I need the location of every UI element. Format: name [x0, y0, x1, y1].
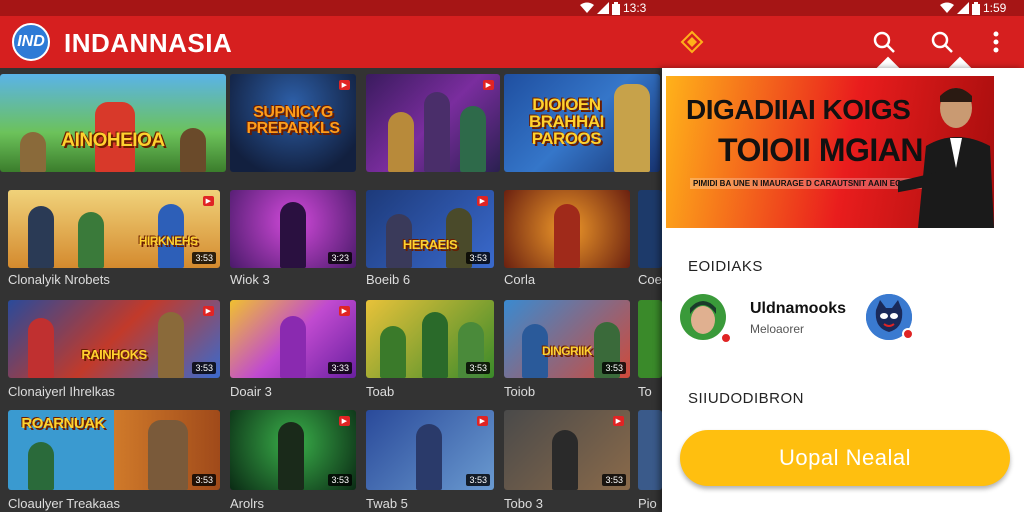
status-group-right: 1:59 [940, 1, 1006, 15]
video-title[interactable]: Coe [638, 272, 662, 287]
thumbnail-title-art: HIRKNEHS [138, 234, 198, 249]
video-title[interactable]: Wiok 3 [230, 272, 356, 287]
search-icon[interactable] [870, 28, 898, 56]
cta-button[interactable]: Uopal Nealal [680, 430, 1010, 486]
live-badge: ▶ [476, 196, 488, 206]
video-thumbnail[interactable]: ▶ SUPNICYG PREPARKLS [230, 74, 356, 172]
video-duration: 3:53 [602, 362, 626, 374]
status-time: 13:3 [623, 1, 647, 15]
notification-dot [902, 328, 914, 340]
video-duration: 3:53 [192, 362, 216, 374]
video-title[interactable]: Pio [638, 496, 662, 511]
video-thumbnail[interactable]: ▶ 3:53 [230, 410, 356, 490]
video-title[interactable]: Doair 3 [230, 384, 356, 399]
video-title[interactable]: Boeib 6 [366, 272, 494, 287]
video-duration: 3:53 [328, 474, 352, 486]
banner-subtitle: TOIOII MGIAN [718, 132, 923, 168]
promo-banner[interactable]: DIGADIIAI KOIGS TOIOII MGIAN PIMIDI BA U… [666, 76, 994, 228]
more-vert-icon[interactable] [982, 28, 1010, 56]
live-badge: ▶ [482, 80, 494, 90]
channel-subtitle: Meloaorer [750, 322, 805, 336]
app-bar: IND INDANNASIA [0, 16, 1024, 68]
app-logo[interactable]: IND [12, 23, 50, 61]
video-thumbnail[interactable]: ▶ 3:53 [504, 410, 630, 490]
channel-name[interactable]: Uldnamooks [750, 300, 846, 318]
video-thumbnail[interactable] [638, 300, 662, 378]
video-thumbnail[interactable] [638, 410, 662, 490]
live-badge: ▶ [202, 196, 214, 206]
battery-icon [612, 1, 620, 15]
thumbnail-title-art: ROARNUAK [21, 415, 105, 433]
video-title[interactable]: Arolrs [230, 496, 356, 511]
avatar[interactable] [680, 294, 726, 340]
thumbnail-title-art: AINOHEIOA [61, 129, 165, 151]
video-thumbnail[interactable]: DINGRIIK 3:53 [504, 300, 630, 378]
video-thumbnail[interactable]: ▶ 3:53 [366, 410, 494, 490]
thumbnail-title-art: DIOIOEN BRAHHAI PAROOS [528, 94, 604, 148]
video-thumbnail[interactable]: 3:53 [366, 300, 494, 378]
video-thumbnail[interactable]: AINOHEIOA [0, 74, 226, 172]
video-title[interactable]: Toiob [504, 384, 630, 399]
video-thumbnail[interactable] [638, 190, 662, 268]
app-title: INDANNASIA [64, 28, 233, 58]
video-thumbnail[interactable]: DIOIOEN BRAHHAI PAROOS [504, 74, 660, 172]
video-title[interactable]: Clonaiyerl Ihrelkas [8, 384, 220, 399]
video-duration: 3:53 [466, 252, 490, 264]
video-thumbnail[interactable]: ▶ [366, 74, 500, 172]
live-badge: ▶ [338, 416, 350, 426]
video-thumbnail[interactable]: ▶ RAINHOKS 3:53 [8, 300, 220, 378]
thumbnail-title-art: SUPNICYG PREPARKLS [246, 104, 340, 138]
notification-dot [720, 332, 732, 344]
video-title[interactable]: Corla [504, 272, 630, 287]
search-icon[interactable] [928, 28, 956, 56]
video-duration: 3:53 [466, 474, 490, 486]
video-thumbnail[interactable]: ▶ HIRKNEHS 3:53 [8, 190, 220, 268]
status-time: 1:59 [983, 1, 1007, 15]
diamond-icon[interactable] [680, 30, 704, 54]
wifi-icon [580, 2, 594, 13]
thumbnail-title-art: DINGRIIK [542, 344, 592, 359]
video-title[interactable]: Toab [366, 384, 494, 399]
wifi-icon [940, 2, 954, 13]
video-thumbnail[interactable]: ▶ 3:33 [230, 300, 356, 378]
video-title[interactable]: Twab 5 [366, 496, 494, 511]
live-badge: ▶ [338, 306, 350, 316]
battery-icon [972, 1, 980, 15]
section-heading: EOIDIAKS [688, 258, 763, 275]
video-thumbnail[interactable]: ▶ HERAEIS 3:53 [366, 190, 494, 268]
video-title[interactable]: Cloaulyer Treakaas [8, 496, 220, 511]
side-panel: DIGADIIAI KOIGS TOIOII MGIAN PIMIDI BA U… [662, 68, 1024, 512]
video-grid: AINOHEIOA ▶ SUPNICYG PREPARKLS ▶ DIOIOEN… [0, 68, 662, 512]
banner-character [898, 88, 994, 228]
signal-icon [957, 2, 969, 14]
video-duration: 3:53 [466, 362, 490, 374]
thumbnail-title-art: RAINHOKS [81, 347, 147, 363]
video-thumbnail[interactable]: 3:23 [230, 190, 356, 268]
video-duration: 3:53 [192, 474, 216, 486]
banner-title: DIGADIIAI KOIGS [686, 94, 911, 125]
thumbnail-title-art: HERAEIS [402, 237, 458, 253]
video-title[interactable]: Clonalyik Nrobets [8, 272, 220, 287]
video-duration: 3:53 [602, 474, 626, 486]
live-badge: ▶ [476, 416, 488, 426]
status-group-left: 13:3 [580, 1, 646, 15]
video-title[interactable]: To [638, 384, 662, 399]
status-bar: 13:3 1:59 [0, 0, 1024, 16]
live-badge: ▶ [202, 306, 214, 316]
section-heading: SIIUDODIBRON [688, 390, 805, 407]
video-duration: 3:33 [328, 362, 352, 374]
video-duration: 3:23 [328, 252, 352, 264]
video-thumbnail[interactable]: ROARNUAK 3:53 [8, 410, 220, 490]
video-title[interactable]: Tobo 3 [504, 496, 630, 511]
live-badge: ▶ [612, 416, 624, 426]
signal-icon [597, 2, 609, 14]
video-duration: 3:53 [192, 252, 216, 264]
video-thumbnail[interactable] [504, 190, 630, 268]
live-badge: ▶ [338, 80, 350, 90]
